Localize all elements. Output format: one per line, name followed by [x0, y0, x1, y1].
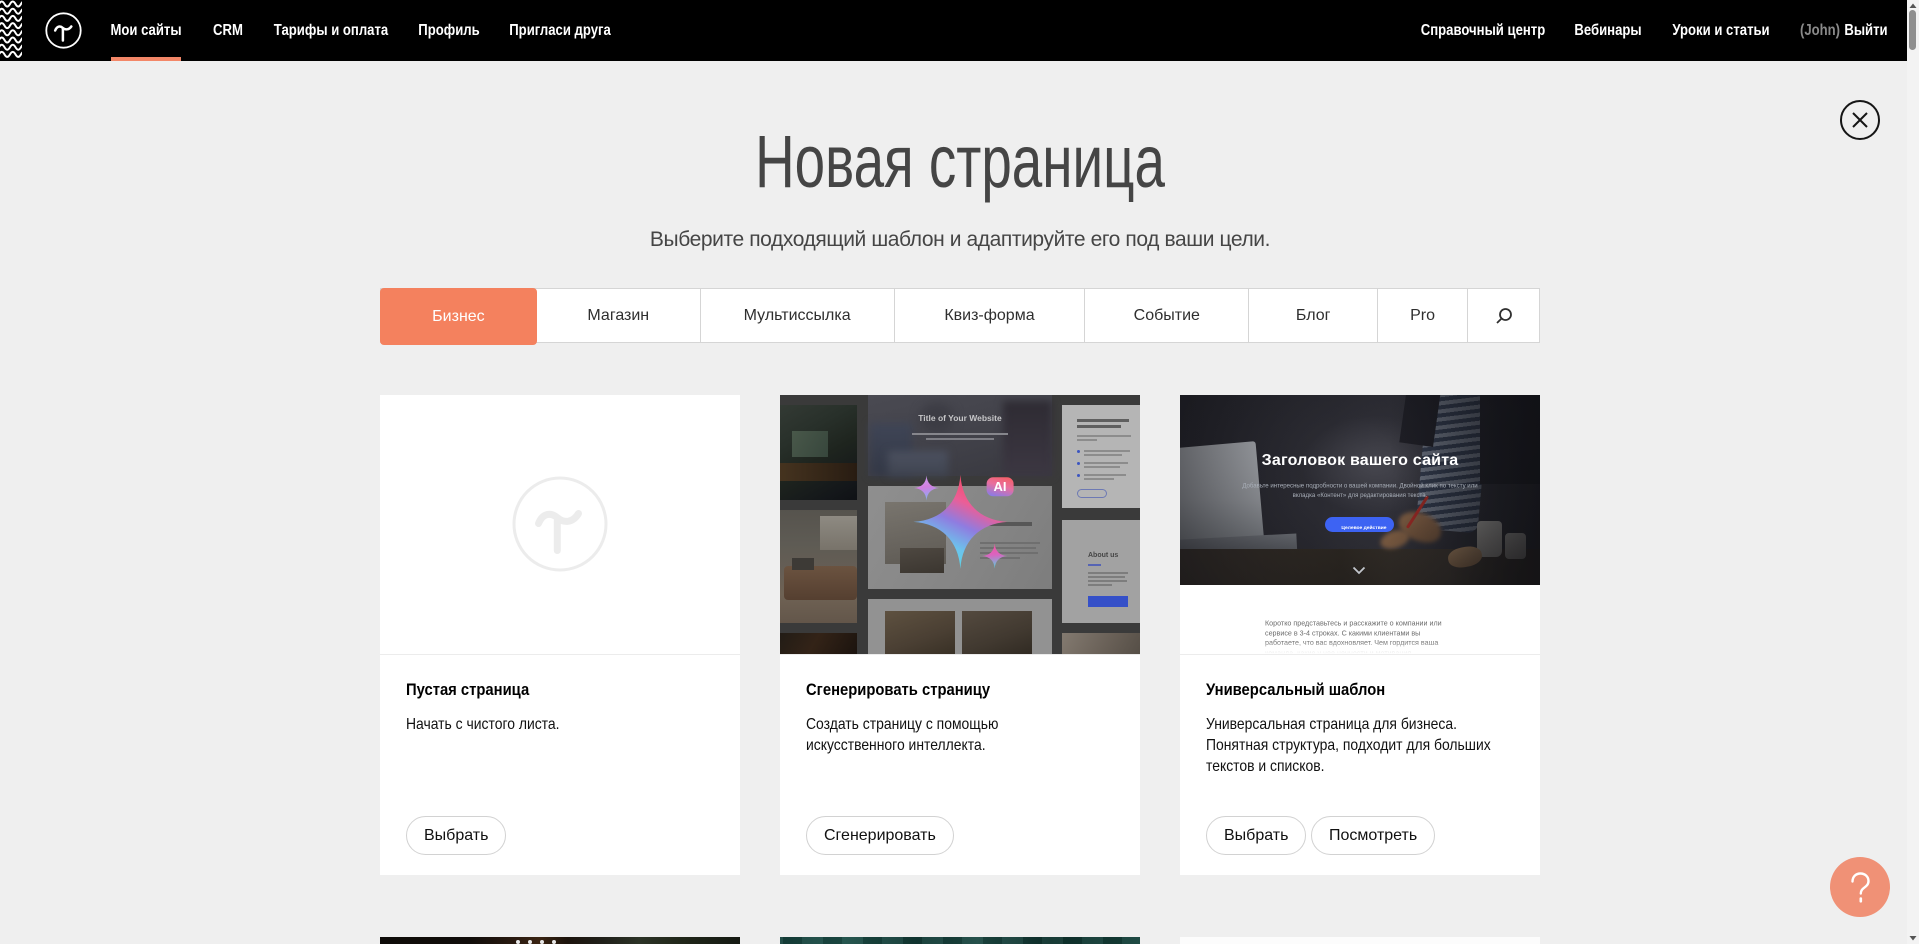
svg-text:AI: AI — [994, 479, 1007, 494]
